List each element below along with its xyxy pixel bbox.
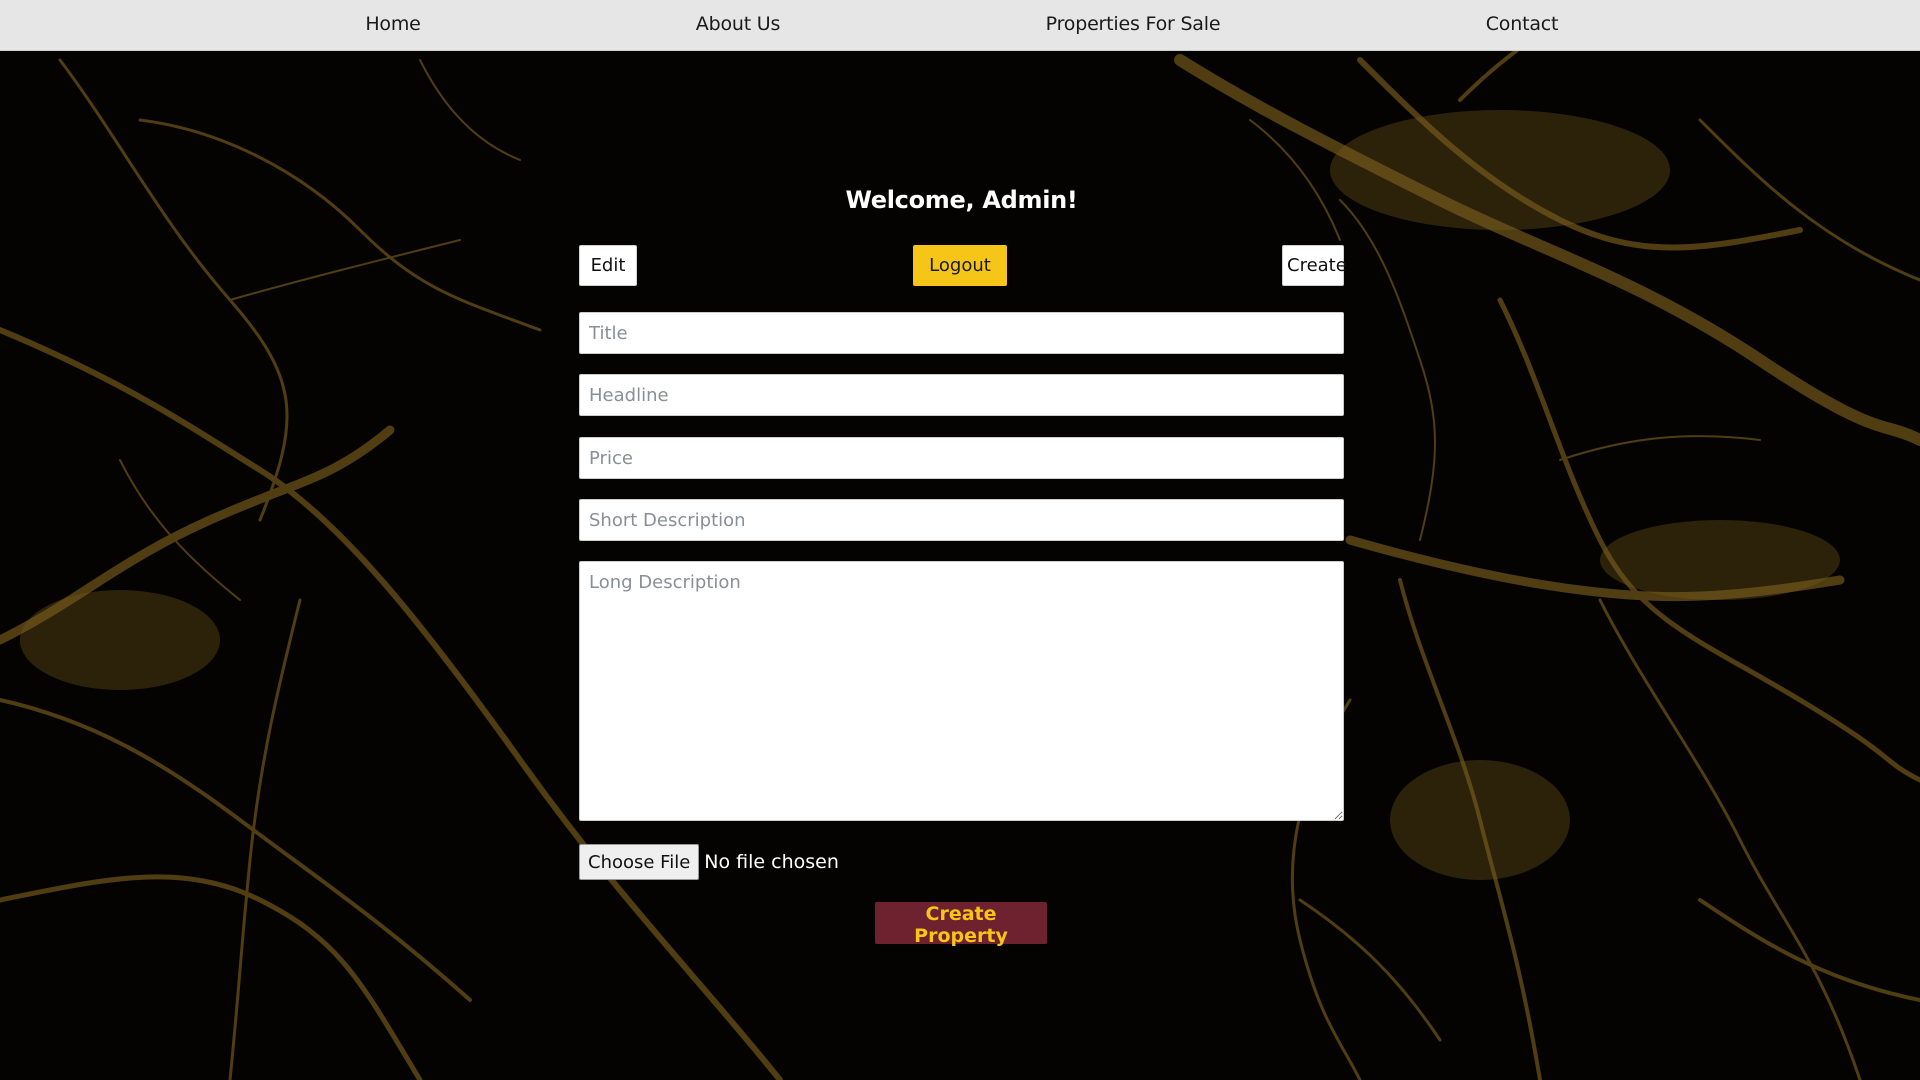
edit-button[interactable]: Edit xyxy=(579,245,637,286)
long-description-textarea[interactable] xyxy=(579,561,1344,821)
logout-button[interactable]: Logout xyxy=(913,245,1007,286)
welcome-heading: Welcome, Admin! xyxy=(845,186,1078,214)
file-status-text: No file chosen xyxy=(704,851,839,873)
create-button[interactable]: Create xyxy=(1282,245,1347,286)
file-upload: Choose File No file chosen xyxy=(579,844,839,880)
admin-panel: Welcome, Admin! Edit Logout Create Choos… xyxy=(579,0,1347,1080)
create-property-button[interactable]: Create Property xyxy=(875,902,1047,947)
choose-file-button[interactable]: Choose File xyxy=(579,844,700,880)
title-input[interactable] xyxy=(579,312,1344,354)
short-description-input[interactable] xyxy=(579,499,1344,541)
price-input[interactable] xyxy=(579,437,1344,479)
nav-link-contact[interactable]: Contact xyxy=(1486,13,1559,35)
headline-input[interactable] xyxy=(579,374,1344,416)
nav-link-home[interactable]: Home xyxy=(365,13,421,35)
